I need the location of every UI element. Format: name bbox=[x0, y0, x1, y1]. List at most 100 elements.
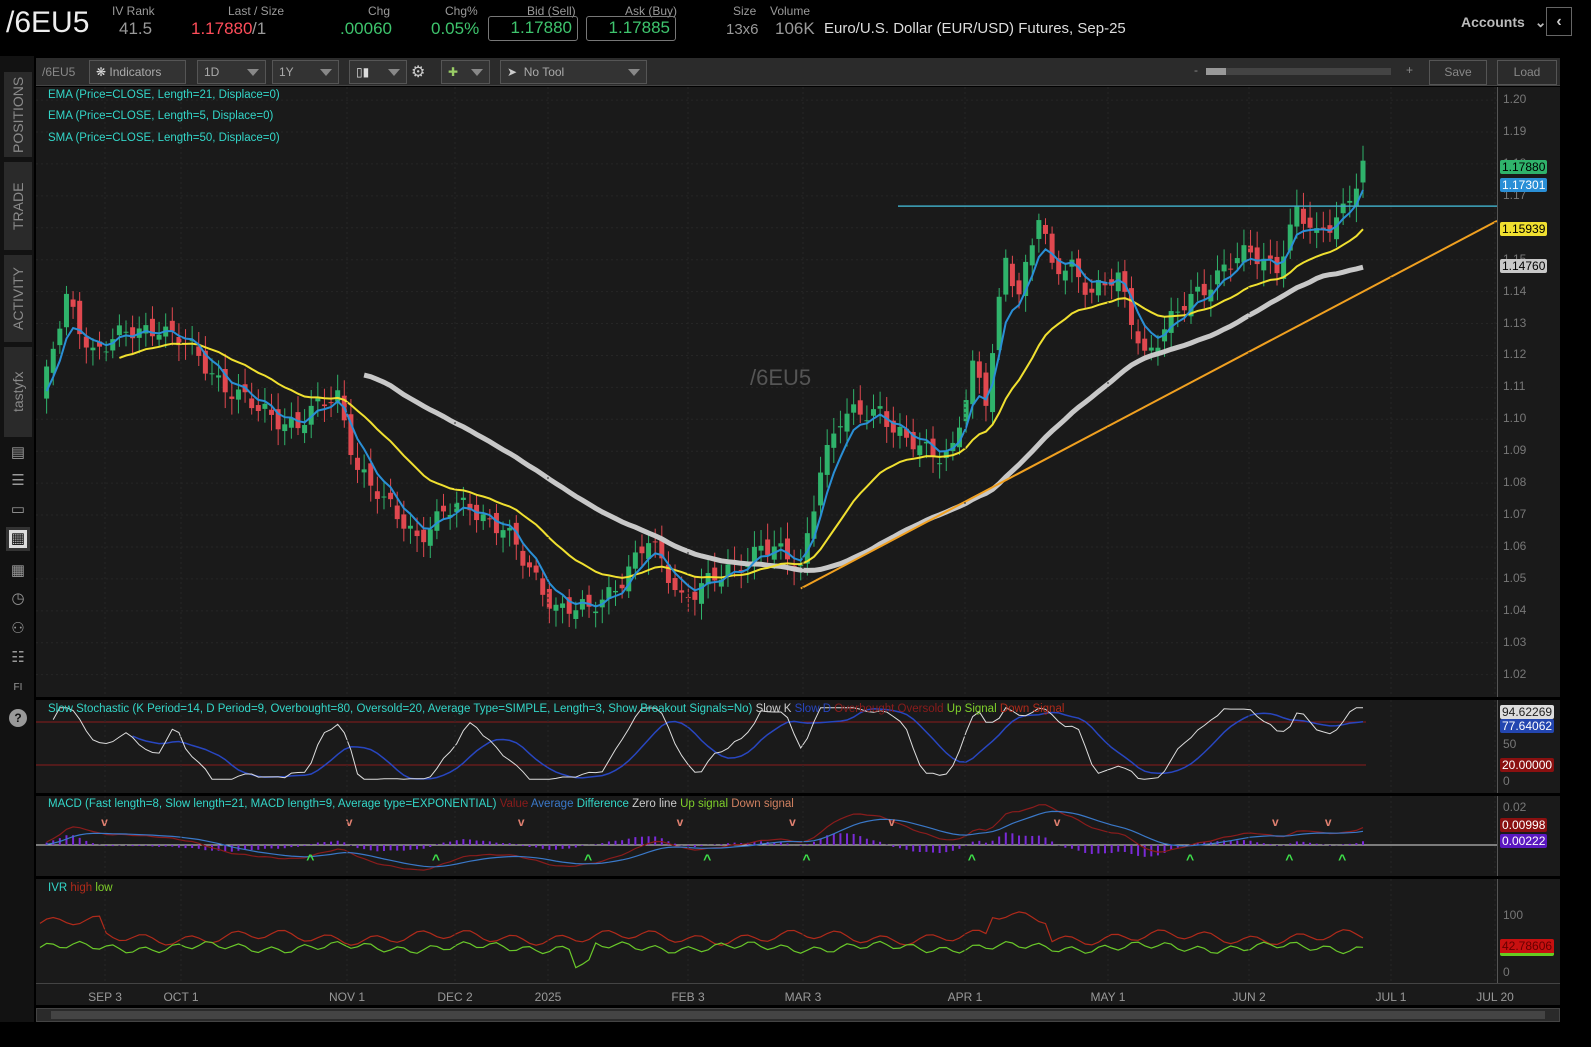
calendar-icon[interactable]: ☷ bbox=[9, 649, 27, 667]
community-icon[interactable]: ⚇ bbox=[9, 620, 27, 638]
legend-low: low bbox=[95, 882, 113, 894]
candle-body bbox=[976, 361, 982, 378]
candle-body bbox=[851, 404, 857, 413]
sidebar-tab-positions[interactable]: POSITIONS bbox=[4, 72, 32, 157]
zoom-slider-thumb[interactable] bbox=[1206, 68, 1226, 75]
save-button[interactable]: Save bbox=[1429, 60, 1487, 85]
candle-body bbox=[758, 545, 764, 551]
price-axis[interactable]: 1.201.191.181.171.161.151.141.131.121.11… bbox=[1497, 87, 1560, 697]
candle-body bbox=[421, 529, 427, 543]
candle-body bbox=[282, 424, 288, 432]
candle-body bbox=[480, 514, 486, 522]
collapse-panel-button[interactable]: ‹ bbox=[1546, 7, 1572, 36]
range-select[interactable]: 1Y bbox=[272, 60, 339, 84]
candle-body bbox=[90, 347, 96, 351]
candle-body bbox=[672, 578, 678, 591]
fi-icon[interactable]: FI bbox=[9, 679, 27, 697]
indicators-button[interactable]: ❋ Indicators bbox=[89, 60, 186, 84]
chart-style-select[interactable]: ▯▮ bbox=[349, 60, 407, 84]
chart-grid-icon[interactable]: ▦ bbox=[6, 527, 30, 551]
legend-zero-line: Zero line bbox=[632, 798, 677, 810]
trend-line bbox=[800, 219, 1498, 590]
candle-body bbox=[870, 409, 876, 416]
legend-slow-d: Slow D bbox=[794, 703, 832, 715]
help-icon[interactable]: ? bbox=[9, 709, 27, 727]
scrollbar-thumb[interactable] bbox=[51, 1011, 1545, 1019]
candle-body bbox=[1360, 160, 1366, 183]
legend-ivr: IVR bbox=[48, 882, 68, 894]
price-tag-ema5: 1.17301 bbox=[1500, 178, 1548, 193]
up-signal-arrow: ^ bbox=[802, 851, 810, 867]
news-icon[interactable]: ▤ bbox=[9, 444, 27, 462]
zoom-out-button[interactable]: - bbox=[1194, 63, 1198, 77]
candle-body bbox=[50, 348, 56, 373]
candle-body bbox=[1049, 233, 1055, 263]
candle-body bbox=[1248, 245, 1254, 253]
study-sma50-label[interactable]: SMA (Price=CLOSE, Length=50, Displace=0) bbox=[48, 132, 280, 144]
price-chart[interactable] bbox=[36, 87, 1498, 697]
sidebar-tab-tastyfx[interactable]: tastyfx bbox=[4, 347, 32, 437]
zoom-slider[interactable] bbox=[1206, 68, 1391, 75]
candle-body bbox=[427, 529, 433, 546]
ivr-axis: 100 42.78606 0 bbox=[1497, 879, 1560, 983]
volume-value: 106K bbox=[775, 19, 815, 38]
down-signal-arrow: v bbox=[518, 815, 525, 829]
horizontal-scrollbar[interactable] bbox=[36, 1008, 1560, 1022]
legend-value: Value bbox=[499, 798, 529, 810]
price-tag-last: 1.17880 bbox=[1500, 159, 1548, 174]
up-signal-arrow: ^ bbox=[703, 851, 711, 867]
range-value: 1Y bbox=[279, 65, 294, 79]
macd-value-tag: 0.00998 bbox=[1500, 818, 1548, 832]
price-panel[interactable] bbox=[36, 87, 1498, 697]
sidebar-tab-activity[interactable]: ACTIVITY bbox=[4, 255, 32, 342]
indicators-label: Indicators bbox=[109, 65, 162, 79]
zoom-in-button[interactable]: + bbox=[1406, 63, 1413, 77]
time-axis-label: FEB 3 bbox=[671, 990, 705, 1004]
candle-body bbox=[692, 591, 698, 600]
stoch-title[interactable]: Slow Stochastic (K Period=14, D Period=9… bbox=[48, 703, 752, 715]
down-signal-arrow: v bbox=[1325, 815, 1332, 829]
candle-body bbox=[1082, 282, 1088, 295]
load-button[interactable]: Load bbox=[1497, 60, 1557, 85]
accounts-label: Accounts bbox=[1461, 14, 1525, 30]
candle-body bbox=[255, 405, 261, 412]
candle-body bbox=[1036, 220, 1042, 239]
accounts-menu[interactable]: Accounts ⌄ bbox=[1461, 14, 1546, 31]
macd-title[interactable]: MACD (Fast length=8, Slow length=21, MAC… bbox=[48, 798, 497, 810]
time-axis-label: JUL 20 bbox=[1476, 990, 1514, 1004]
iv-rank-label: IV Rank bbox=[112, 4, 155, 18]
legend-up-signal: Up Signal bbox=[946, 703, 997, 715]
ema5-line bbox=[45, 189, 1364, 608]
oversold-tag: 20.00000 bbox=[1500, 758, 1555, 772]
candle-body bbox=[302, 425, 308, 434]
ivr-high-line bbox=[39, 911, 1364, 946]
legend-difference: Difference bbox=[576, 798, 629, 810]
history-clock-icon[interactable]: ◷ bbox=[9, 590, 27, 608]
candle-body bbox=[1089, 288, 1095, 293]
price-axis-label: 1.14 bbox=[1503, 283, 1527, 298]
ivr-panel[interactable] bbox=[36, 879, 1497, 1047]
bid-button[interactable]: 1.17880 bbox=[488, 16, 578, 41]
chg-value: .00060 bbox=[340, 19, 392, 38]
drawings-select[interactable]: ✚ bbox=[441, 60, 490, 84]
watchlist-icon[interactable]: ☰ bbox=[9, 472, 27, 490]
candle-body bbox=[288, 418, 294, 428]
candle-body bbox=[573, 610, 579, 619]
candle-body bbox=[619, 584, 625, 589]
aggregation-select[interactable]: 1D bbox=[197, 60, 266, 84]
tv-icon[interactable]: ▭ bbox=[9, 501, 27, 519]
study-ema21-label[interactable]: EMA (Price=CLOSE, Length=21, Displace=0) bbox=[48, 89, 280, 101]
volume-label: Volume bbox=[770, 4, 811, 18]
sidebar-tab-trade[interactable]: TRADE bbox=[4, 162, 32, 250]
layout-grid-icon[interactable]: ▦ bbox=[9, 562, 27, 580]
drawing-tool-select[interactable]: ➤ No Tool bbox=[500, 60, 647, 84]
settings-gear-icon[interactable]: ⚙ bbox=[411, 62, 425, 82]
slow-k-tag: 94.62269 bbox=[1500, 705, 1555, 719]
candle-body bbox=[1003, 257, 1009, 295]
ask-button[interactable]: 1.17885 bbox=[586, 16, 676, 41]
candle-body bbox=[679, 590, 685, 593]
candle-body bbox=[487, 518, 493, 520]
study-ema5-label[interactable]: EMA (Price=CLOSE, Length=5, Displace=0) bbox=[48, 110, 273, 122]
stoch-legend: Slow Stochastic (K Period=14, D Period=9… bbox=[48, 703, 1064, 715]
candle-body bbox=[441, 505, 447, 512]
